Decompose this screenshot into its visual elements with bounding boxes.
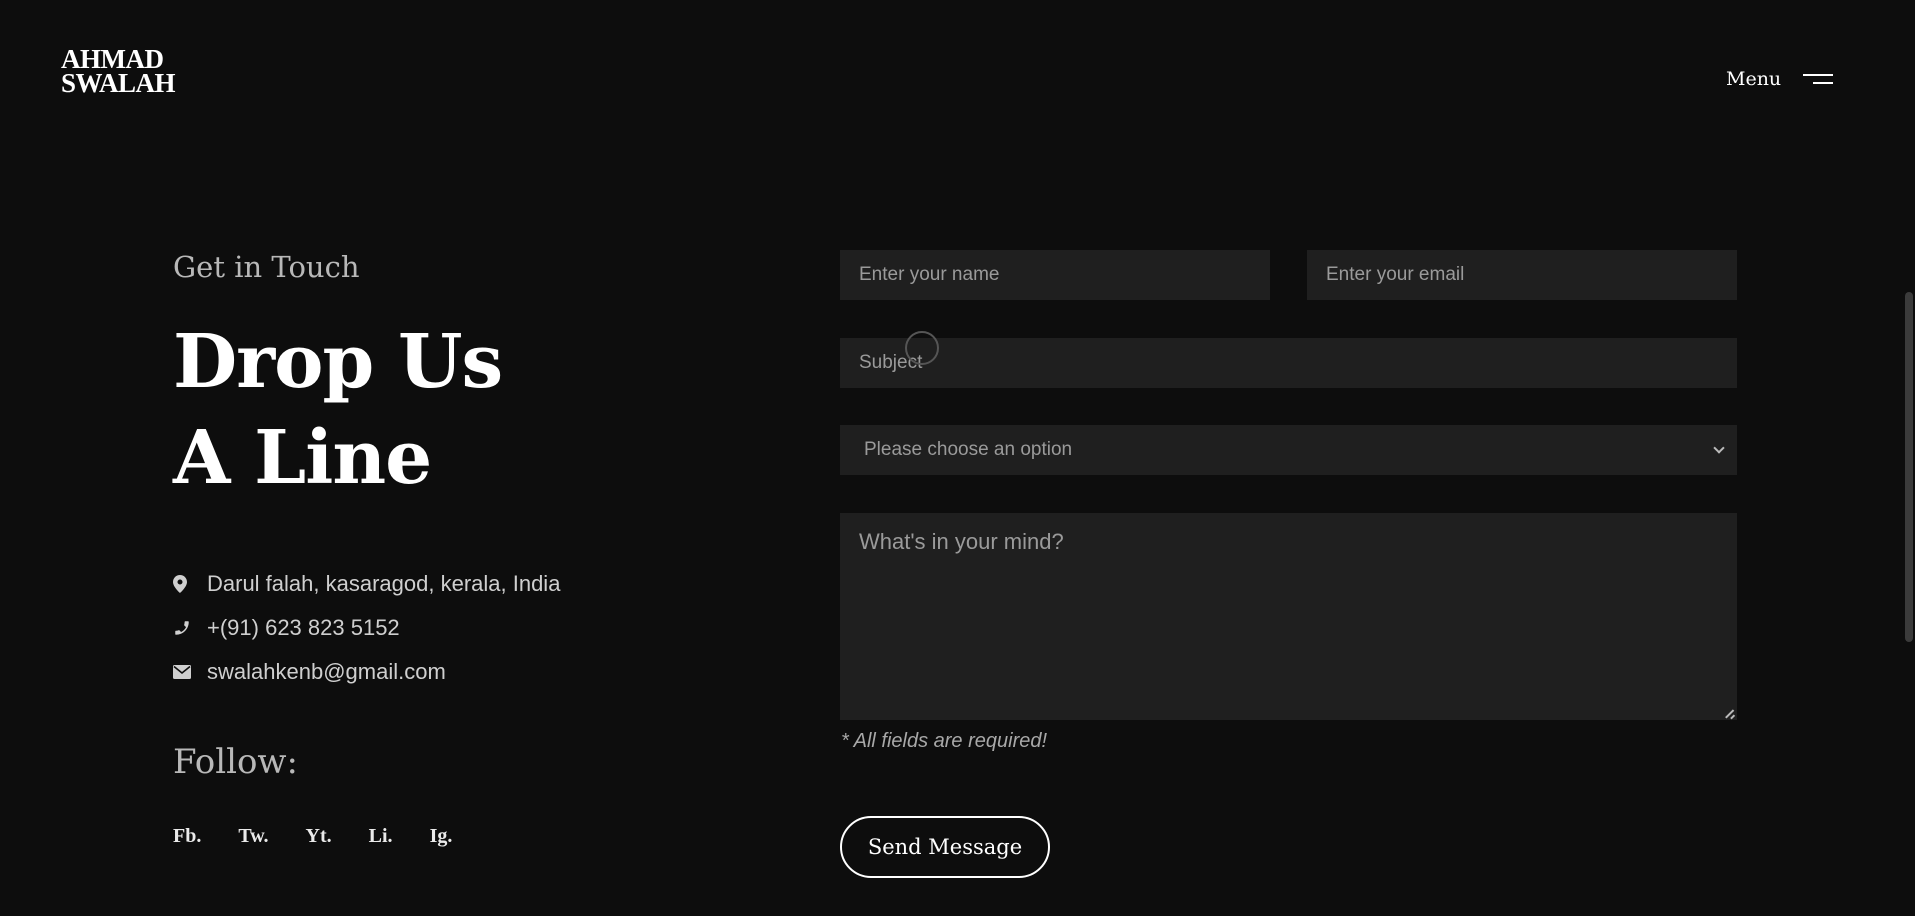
hamburger-icon (1803, 72, 1834, 86)
site-logo[interactable]: AHMAD SWALAH (61, 46, 176, 98)
cursor-ring (905, 331, 939, 365)
message-placeholder: What's in your mind? (859, 529, 1064, 554)
envelope-icon (173, 662, 203, 682)
email-input[interactable]: Enter your email (1307, 250, 1737, 300)
select-value: Please choose an option (864, 439, 1073, 460)
contact-list: Darul falah, kasaragod, kerala, India +(… (173, 562, 560, 694)
title-line-2: A Line (173, 415, 432, 501)
contact-phone[interactable]: +(91) 623 823 5152 (173, 606, 560, 650)
social-links: Fb. Tw. Yt. Li. Ig. (173, 825, 452, 848)
name-placeholder: Enter your name (859, 264, 1000, 285)
follow-heading: Follow: (173, 742, 298, 782)
page-title: Drop Us A Line (173, 314, 503, 506)
email-placeholder: Enter your email (1326, 264, 1465, 285)
social-link-youtube[interactable]: Yt. (306, 825, 332, 848)
message-textarea[interactable]: What's in your mind? (840, 513, 1737, 720)
resize-handle-icon[interactable] (1726, 709, 1735, 718)
social-link-facebook[interactable]: Fb. (173, 825, 201, 848)
subject-input[interactable]: Subject (840, 338, 1737, 388)
menu-button[interactable]: Menu (1726, 68, 1834, 90)
name-input[interactable]: Enter your name (840, 250, 1270, 300)
phone-text: +(91) 623 823 5152 (207, 615, 400, 640)
send-message-button[interactable]: Send Message (840, 816, 1050, 878)
address-text: Darul falah, kasaragod, kerala, India (207, 571, 561, 596)
social-link-twitter[interactable]: Tw. (238, 825, 268, 848)
kicker-text: Get in Touch (173, 250, 360, 284)
social-link-instagram[interactable]: Ig. (430, 825, 453, 848)
required-note: * All fields are required! (841, 730, 1048, 752)
email-text: swalahkenb@gmail.com (207, 659, 446, 684)
social-link-linkedin[interactable]: Li. (369, 825, 393, 848)
logo-line-2: SWALAH (61, 68, 176, 98)
section-kicker: Get in Touch (173, 250, 360, 284)
menu-label: Menu (1726, 68, 1782, 90)
map-pin-icon (173, 574, 203, 594)
title-line-1: Drop Us (173, 319, 503, 405)
contact-address: Darul falah, kasaragod, kerala, India (173, 562, 560, 606)
chevron-down-icon (1713, 442, 1725, 454)
contact-email[interactable]: swalahkenb@gmail.com (173, 650, 560, 694)
page-scrollbar[interactable] (1905, 292, 1913, 642)
topic-select[interactable]: Please choose an option (840, 425, 1737, 475)
phone-icon (173, 618, 203, 638)
